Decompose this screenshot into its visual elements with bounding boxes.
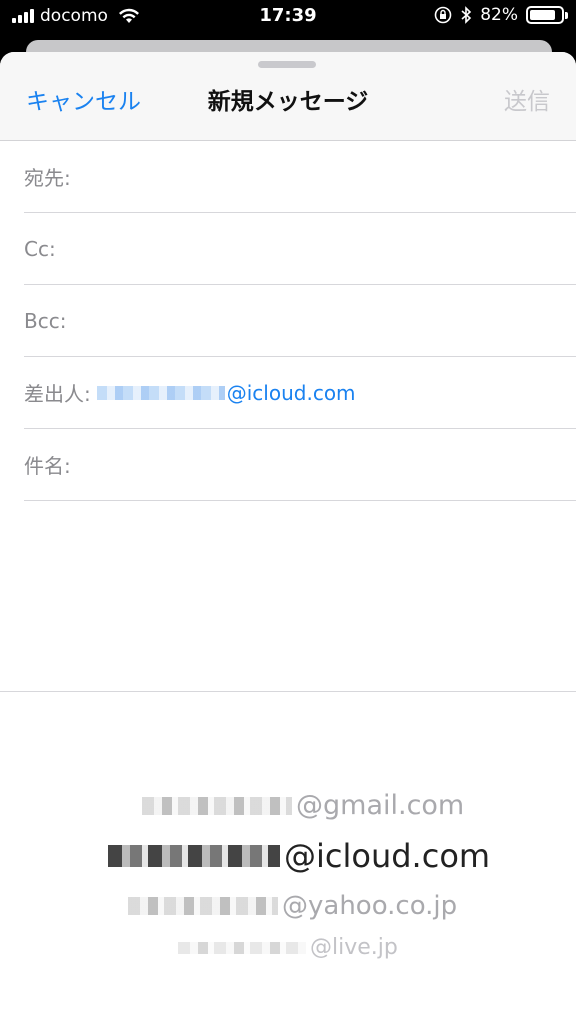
orientation-lock-icon bbox=[434, 6, 452, 24]
picker-option[interactable]: @live.jp bbox=[178, 935, 398, 960]
sheet-grabber[interactable] bbox=[258, 61, 316, 68]
message-body[interactable] bbox=[0, 501, 576, 692]
subject-input[interactable] bbox=[78, 451, 576, 478]
subject-label: 件名: bbox=[24, 454, 71, 478]
bcc-label: Bcc: bbox=[24, 308, 67, 333]
bluetooth-icon bbox=[461, 6, 472, 24]
picker-domain: @live.jp bbox=[310, 935, 398, 960]
picker-domain: @gmail.com bbox=[296, 790, 465, 821]
compose-header: キャンセル 新規メッセージ 送信 bbox=[0, 52, 576, 141]
picker-domain: @yahoo.co.jp bbox=[282, 891, 458, 921]
battery-nub bbox=[565, 12, 568, 19]
subject-field[interactable]: 件名: bbox=[24, 429, 576, 501]
battery-percent: 82% bbox=[480, 5, 518, 25]
redacted-username bbox=[108, 845, 280, 867]
from-field[interactable]: 差出人: @icloud.com bbox=[24, 357, 576, 429]
battery-fill bbox=[530, 10, 555, 20]
bcc-input[interactable] bbox=[74, 307, 576, 334]
redacted-username bbox=[96, 385, 225, 400]
from-address[interactable]: @icloud.com bbox=[96, 380, 356, 405]
picker-domain: @icloud.com bbox=[284, 837, 491, 875]
picker-option[interactable]: @yahoo.co.jp bbox=[128, 891, 457, 921]
to-field[interactable]: 宛先: bbox=[24, 141, 576, 213]
redacted-username bbox=[142, 796, 292, 815]
from-domain: @icloud.com bbox=[226, 380, 356, 405]
picker-option-selected[interactable]: @icloud.com bbox=[108, 837, 490, 875]
to-label: 宛先: bbox=[24, 166, 71, 190]
status-bar: docomo 17:39 82% bbox=[0, 0, 576, 34]
bcc-field[interactable]: Bcc: bbox=[24, 285, 576, 357]
cc-field[interactable]: Cc: bbox=[24, 213, 576, 285]
cc-input[interactable] bbox=[63, 235, 576, 262]
from-label: 差出人: bbox=[24, 382, 91, 406]
redacted-username bbox=[128, 897, 278, 915]
from-address-picker[interactable]: @gmail.com @icloud.com @yahoo.co.jp @liv… bbox=[0, 745, 576, 980]
send-button[interactable]: 送信 bbox=[504, 82, 550, 116]
compose-title: 新規メッセージ bbox=[207, 89, 369, 115]
redacted-username bbox=[178, 941, 306, 954]
status-right: 82% bbox=[434, 5, 568, 25]
to-input[interactable] bbox=[78, 163, 576, 190]
picker-option[interactable]: @gmail.com bbox=[142, 790, 464, 821]
cc-label: Cc: bbox=[24, 236, 56, 261]
battery-icon bbox=[526, 6, 568, 24]
